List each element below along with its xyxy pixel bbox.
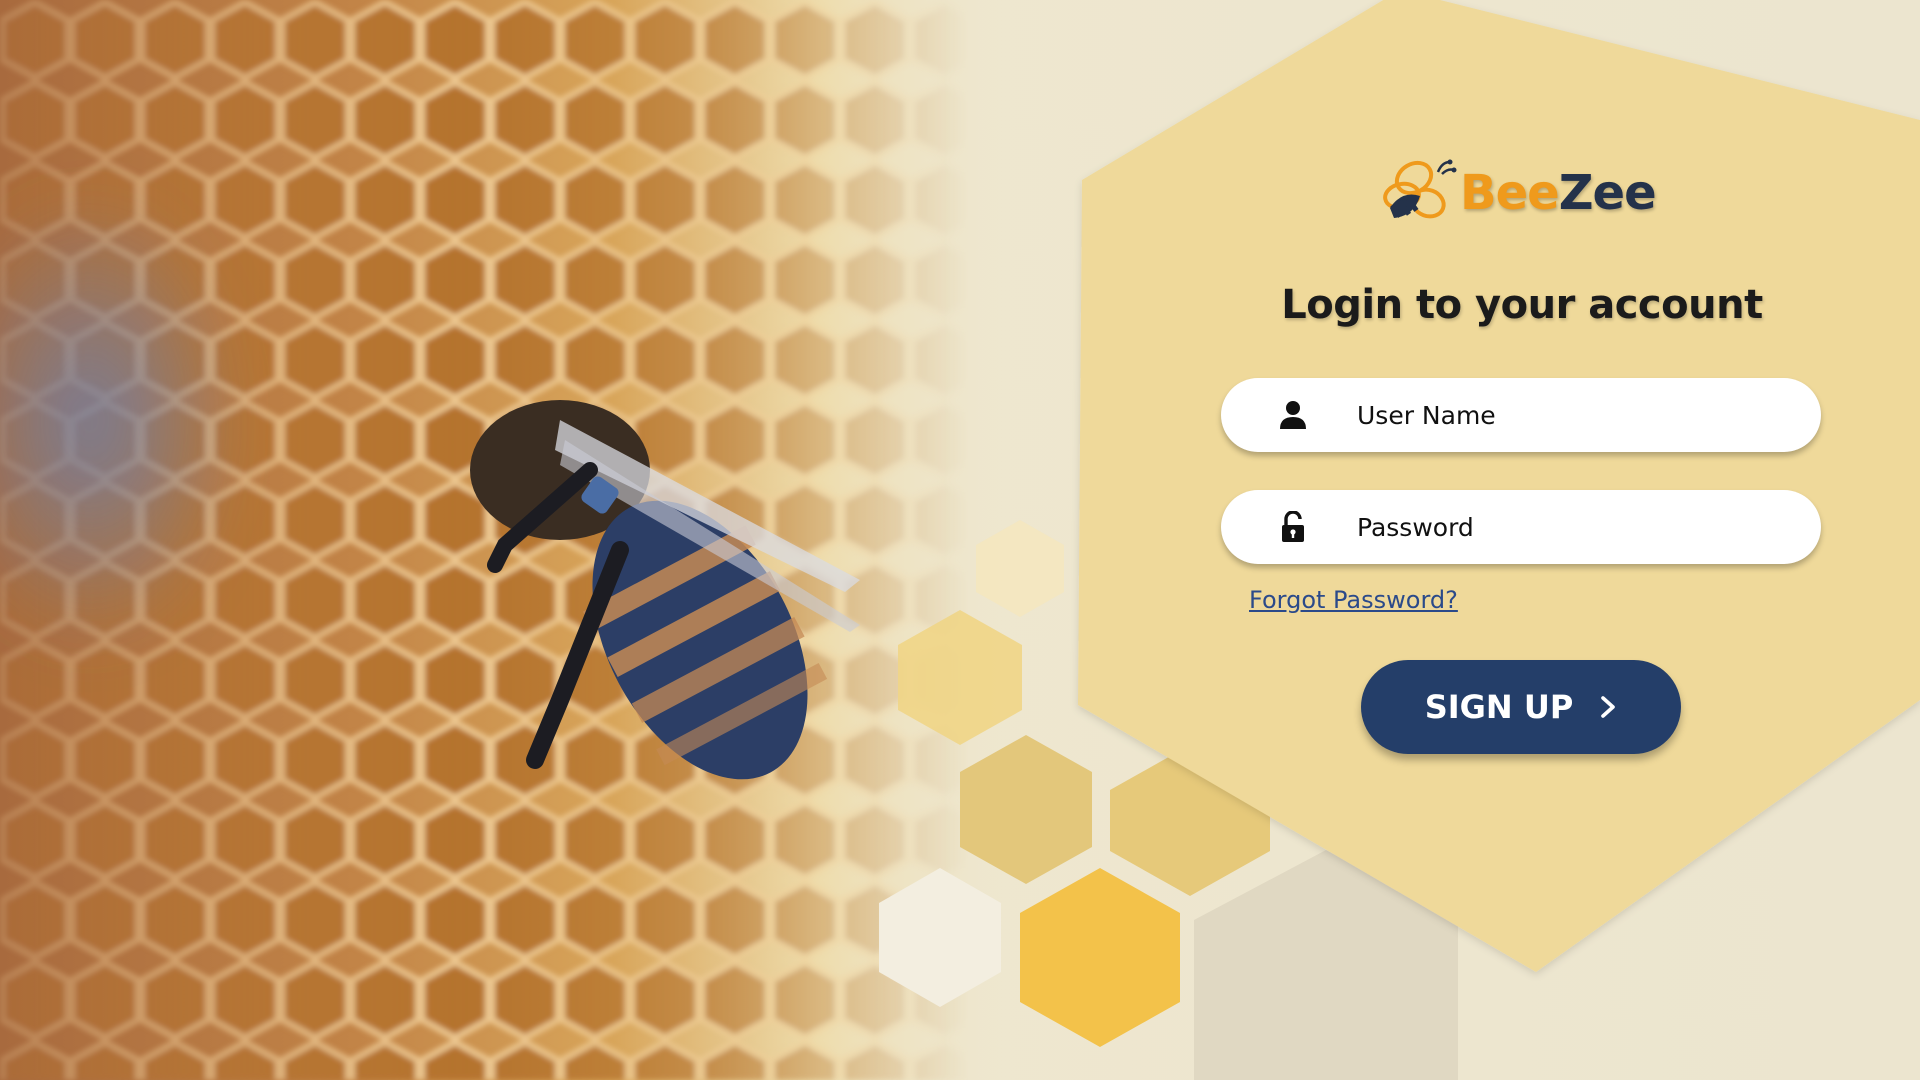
page-title: Login to your account [1281,282,1763,328]
brand-logo: BeeZee [1376,148,1657,238]
sign-up-label: SIGN UP [1424,688,1574,726]
unlock-icon [1277,511,1309,543]
brand-name-part2: Zee [1558,165,1657,221]
forgot-password-link[interactable]: Forgot Password? [1249,586,1458,614]
chevron-right-icon [1599,696,1617,718]
brand-name-part1: Bee [1460,165,1560,221]
username-input[interactable] [1355,399,1799,431]
sign-up-button[interactable]: SIGN UP [1361,660,1681,754]
brand-name: BeeZee [1460,165,1657,221]
password-input[interactable] [1355,511,1799,543]
bee-logo-icon [1383,159,1457,219]
user-icon [1277,399,1309,431]
username-field[interactable] [1221,378,1821,452]
password-field[interactable] [1221,490,1821,564]
login-screen: BeeZee Login to your account Forgot Pass… [0,0,1920,1080]
